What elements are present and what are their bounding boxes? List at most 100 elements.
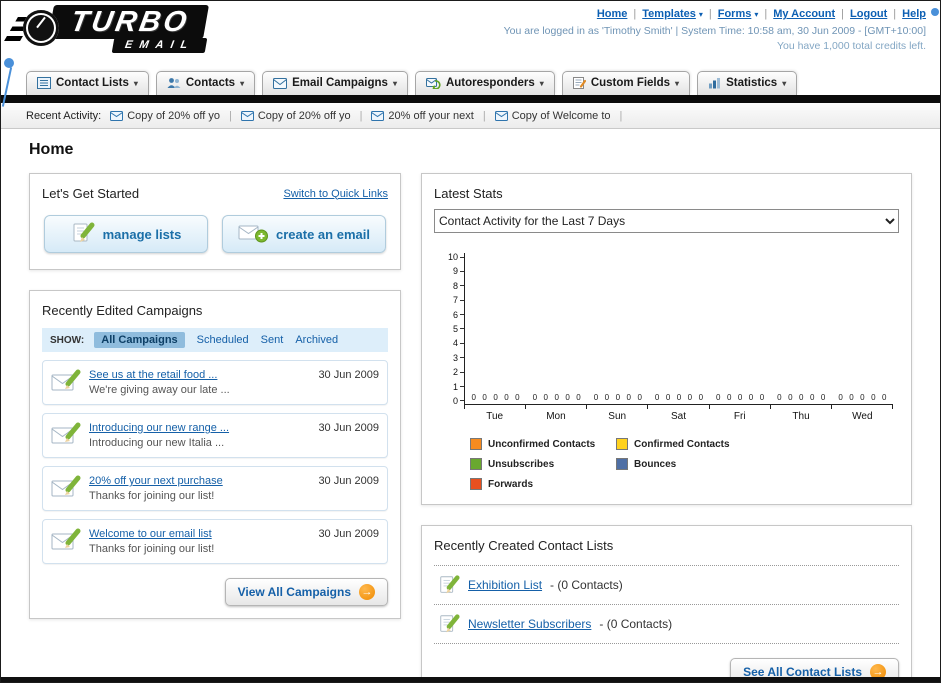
- value-group-sat: 00000: [648, 393, 709, 402]
- recent-activity-text: Copy of 20% off yo: [127, 109, 220, 122]
- x-axis-label: Tue: [486, 411, 504, 422]
- view-all-campaigns-button[interactable]: View All Campaigns →: [224, 578, 388, 606]
- nav-separator: |: [893, 8, 897, 20]
- nav-link-home[interactable]: Home: [597, 8, 628, 20]
- dropdown-caret-icon: ▾: [675, 78, 680, 88]
- nav-link-forms[interactable]: Forms: [718, 8, 752, 20]
- recent-activity-item[interactable]: Copy of Welcome to: [494, 110, 611, 122]
- filter-archived[interactable]: Archived: [295, 334, 338, 346]
- filter-sent[interactable]: Sent: [261, 334, 284, 346]
- tab-label: Statistics: [726, 77, 778, 89]
- chart-zero-values: 00000000000000000000000000000000000: [465, 393, 893, 402]
- nav-separator: |: [841, 8, 845, 20]
- legend-label: Bounces: [634, 458, 677, 470]
- get-started-title: Let's Get Started: [42, 186, 140, 201]
- campaign-title-link[interactable]: Introducing our new range ...: [89, 422, 310, 434]
- app-logo: TURBO EMAIL: [4, 5, 210, 53]
- campaign-title-link[interactable]: 20% off your next purchase: [89, 475, 310, 487]
- logo-turbo-text: TURBO: [48, 5, 210, 39]
- pencil-doc-icon: [71, 221, 95, 248]
- x-axis-label: Sun: [608, 411, 627, 422]
- bar-value: 0: [687, 393, 693, 402]
- bar-value: 0: [471, 393, 476, 402]
- recent-contact-lists-panel: Recently Created Contact Lists Exhibitio…: [421, 525, 912, 682]
- switch-quick-links-link[interactable]: Switch to Quick Links: [283, 188, 388, 200]
- dropdown-caret-icon: ▾: [782, 78, 787, 88]
- x-axis-tick: [710, 405, 771, 409]
- tab-autoresponders[interactable]: Autoresponders ▾: [414, 71, 555, 95]
- campaign-text: See us at the retail food ... We're givin…: [89, 369, 310, 396]
- campaign-text: Introducing our new range ... Introducing…: [89, 422, 310, 449]
- bar-value: 0: [820, 393, 826, 402]
- tab-contact-lists[interactable]: Contact Lists ▾: [26, 71, 149, 95]
- autoresponders-icon: [425, 78, 441, 89]
- dropdown-caret-icon: ▾: [754, 9, 759, 19]
- x-axis-label: Sat: [670, 411, 686, 422]
- bar-value: 0: [554, 393, 559, 402]
- logo-swoosh-dot: [4, 58, 14, 68]
- recent-activity-bar: Recent Activity: Copy of 20% off yo | Copy…: [1, 103, 940, 129]
- bar-value: 0: [493, 393, 498, 402]
- footer-bar: [1, 677, 940, 682]
- bar-value: 0: [637, 393, 642, 402]
- campaign-list: See us at the retail food ... We're givin…: [42, 360, 388, 564]
- bar-value: 0: [482, 393, 487, 402]
- create-email-button[interactable]: create an email: [222, 215, 386, 253]
- contact-list-link[interactable]: Exhibition List: [468, 578, 542, 592]
- campaign-title-link[interactable]: Welcome to our email list: [89, 528, 310, 540]
- stats-period-select[interactable]: Contact Activity for the Last 7 Days: [434, 209, 899, 233]
- recent-activity-item[interactable]: Copy of 20% off yo: [110, 110, 220, 122]
- bar-value: 0: [799, 393, 804, 402]
- recent-activity-item[interactable]: Copy of 20% off yo: [240, 109, 351, 122]
- value-group-sun: 00000: [587, 393, 648, 402]
- y-axis-label: 0: [453, 396, 464, 405]
- get-started-panel: Let's Get Started Switch to Quick Links …: [29, 173, 401, 270]
- tab-email-campaigns[interactable]: Email Campaigns ▾: [262, 71, 408, 95]
- header: TURBO EMAIL Home | Templates ▾ | Forms ▾ | My Ac…: [1, 1, 940, 65]
- campaign-item: See us at the retail food ... We're givin…: [42, 360, 388, 405]
- recent-activity-item[interactable]: 20% off your next: [371, 110, 474, 122]
- y-axis-label: 5: [453, 324, 464, 333]
- bar-value: 0: [871, 393, 876, 402]
- y-axis-label: 2: [453, 368, 464, 377]
- bar-value: 0: [698, 393, 704, 402]
- contact-list-link[interactable]: Newsletter Subscribers: [468, 617, 591, 631]
- logo-email-text: EMAIL: [111, 38, 208, 53]
- tab-contacts[interactable]: Contacts ▾: [155, 71, 256, 95]
- bar-value: 0: [759, 393, 765, 402]
- x-axis-tick: [587, 405, 649, 409]
- x-axis-label: Thu: [792, 411, 810, 422]
- bar-value: 0: [654, 393, 660, 402]
- x-axis-label: Mon: [546, 411, 566, 422]
- campaign-subtitle: We're giving away our late ...: [89, 384, 230, 396]
- campaign-title-link[interactable]: See us at the retail food ...: [89, 369, 310, 381]
- manage-lists-button[interactable]: manage lists: [44, 215, 208, 253]
- legend-label: Forwards: [488, 478, 534, 490]
- y-axis-label: 7: [453, 296, 464, 305]
- tab-custom-fields[interactable]: Custom Fields ▾: [561, 71, 691, 95]
- recent-activity-text: Copy of 20% off yo: [257, 109, 351, 122]
- campaign-date: 30 Jun 2009: [318, 528, 379, 540]
- recent-activity-items: Copy of 20% off yo | Copy of 20% off yo | 20…: [110, 110, 622, 122]
- filter-scheduled[interactable]: Scheduled: [197, 334, 249, 346]
- nav-separator: |: [708, 8, 712, 20]
- recent-activity-label: Recent Activity:: [26, 109, 102, 122]
- legend-swatch: [470, 458, 482, 470]
- nav-link-my-account[interactable]: My Account: [773, 8, 835, 20]
- top-nav: Home | Templates ▾ | Forms ▾ | My Account | Logout…: [504, 8, 926, 20]
- tab-label: Contacts: [185, 77, 236, 89]
- latest-stats-panel: Latest Stats Contact Activity for the La…: [421, 173, 912, 505]
- header-right: Home | Templates ▾ | Forms ▾ | My Account | Logout…: [504, 8, 926, 52]
- envelope-plus-icon: [238, 222, 269, 247]
- bar-value: 0: [532, 393, 538, 402]
- tab-statistics[interactable]: Statistics ▾: [697, 71, 798, 95]
- legend-label: Confirmed Contacts: [634, 438, 730, 450]
- speedometer-icon: [23, 10, 59, 46]
- filter-all-campaigns[interactable]: All Campaigns: [94, 332, 185, 348]
- bar-value: 0: [565, 393, 570, 402]
- nav-link-help[interactable]: Help: [902, 8, 926, 20]
- nav-link-logout[interactable]: Logout: [850, 8, 887, 20]
- x-axis-label: Fri: [733, 411, 746, 422]
- nav-link-templates[interactable]: Templates: [642, 8, 696, 20]
- x-axis-tick: [464, 405, 527, 409]
